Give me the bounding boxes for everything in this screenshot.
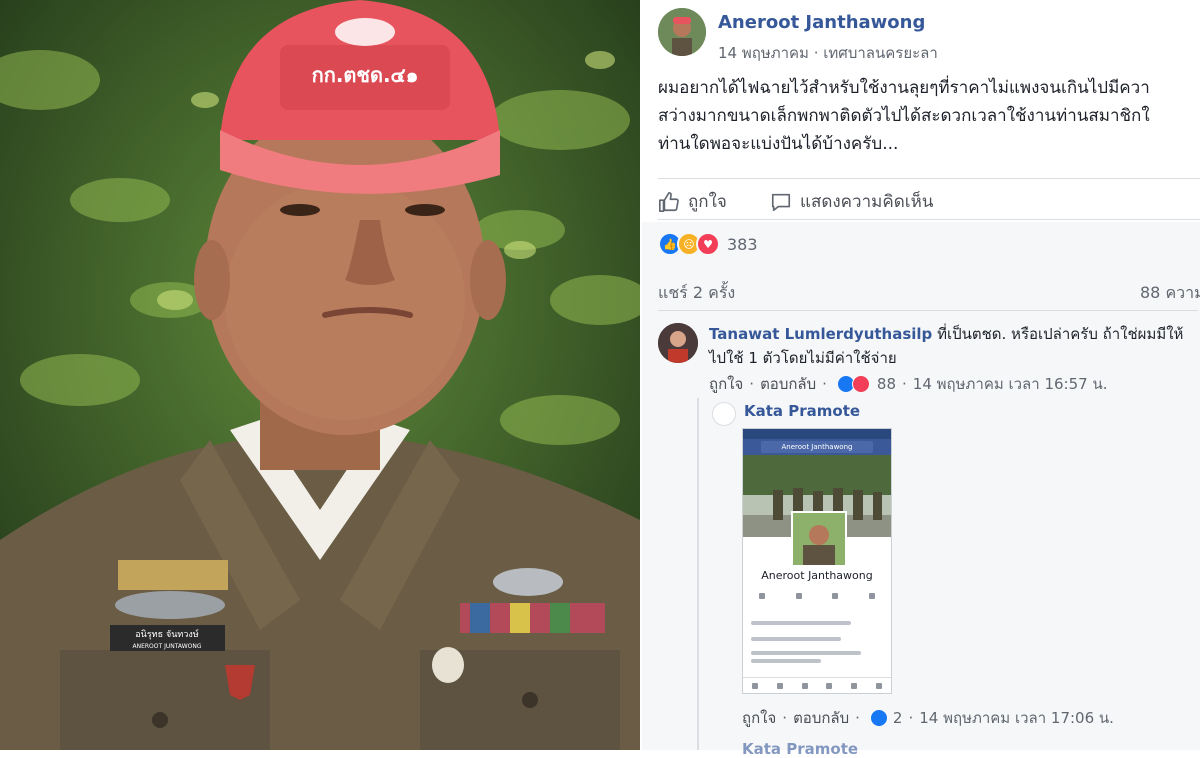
comments-count[interactable]: 88 ความ	[1140, 281, 1200, 306]
phone-text-row	[751, 659, 821, 663]
post-location[interactable]: เทศบาลนครยะลา	[823, 44, 937, 62]
phone-tab-icon	[776, 683, 783, 689]
separator: ·	[908, 709, 914, 727]
phone-text-row	[751, 621, 851, 625]
phone-tab-icon	[801, 683, 808, 689]
phone-profile-name: Aneroot Janthawong	[761, 569, 873, 582]
phone-search-field: Aneroot Janthawong	[761, 441, 873, 453]
post-text-line: สว่างมากขนาดเล็กพกพาติดตัวไปได้สะดวกเวลา…	[658, 106, 1150, 126]
next-comment-author[interactable]: Kata Pramote	[742, 740, 858, 758]
officer-photo: กก.ตชด.๔๑ อนิรุทธ จันทวงษ์ ANEROOT JUNTA…	[0, 0, 640, 750]
post-text-line: ผมอยากได้ไฟฉายไว้สำหรับใช้งานลุยๆที่ราคา…	[658, 78, 1150, 98]
phone-action-icon	[861, 593, 883, 602]
comment-reactions[interactable]	[836, 375, 870, 393]
commenter-avatar[interactable]	[658, 323, 698, 363]
comment-reaction-count: 88	[876, 375, 897, 393]
meta-separator: ·	[813, 44, 819, 62]
angry-reaction-icon	[851, 375, 870, 393]
phone-text-row	[751, 651, 861, 655]
name-tag-english: ANEROOT JUNTAWONG	[133, 643, 202, 650]
post-header: Aneroot Janthawong 14 พฤษภาคม · เทศบาลนค…	[658, 8, 1198, 64]
attached-screenshot[interactable]: Aneroot Janthawong Aneroot Janthawong	[742, 428, 892, 694]
separator: ·	[782, 709, 788, 727]
love-reaction-icon: ♥	[696, 232, 720, 256]
facebook-post-panel: Aneroot Janthawong 14 พฤษภาคม · เทศบาลนค…	[642, 0, 1200, 750]
post-meta: 14 พฤษภาคม · เทศบาลนครยะลา	[718, 41, 938, 65]
reply-thread-line	[697, 398, 699, 750]
like-reaction-icon	[869, 709, 888, 727]
phone-status-bar	[743, 429, 891, 439]
post-text-line: ท่านใดพอจะแบ่งปันได้บ้างครับ...	[658, 134, 899, 154]
comment-body: Tanawat Lumlerdyuthasilp ที่เป็นตชด. หรื…	[709, 322, 1200, 370]
phone-tab-icon	[826, 683, 833, 689]
post-reactions[interactable]: 👍 ☹ ♥ 383	[658, 232, 758, 256]
reply-author-name[interactable]: Kata Pramote	[744, 402, 860, 420]
phone-text-row	[751, 637, 841, 641]
author-avatar[interactable]	[658, 8, 706, 56]
reply-avatar[interactable]	[712, 402, 736, 426]
like-button[interactable]: ถูกใจ	[658, 188, 727, 215]
phone-tab-icon	[850, 683, 857, 689]
comment-actions: ถูกใจ · ตอบกลับ · 88 · 14 พฤษภาคม เวลา 1…	[709, 372, 1107, 396]
thumbs-up-icon	[659, 191, 679, 212]
phone-action-icon	[751, 593, 773, 602]
reaction-count: 383	[727, 234, 758, 254]
post-actions-bar: ถูกใจ แสดงความคิดเห็น	[658, 178, 1200, 220]
phone-action-icon	[788, 593, 810, 602]
cap-text: กก.ตชด.๔๑	[312, 63, 419, 87]
comment-like-link[interactable]: ถูกใจ	[709, 372, 743, 396]
comment-bubble-icon	[771, 193, 791, 211]
name-tag-thai: อนิรุทธ จันทวงษ์	[135, 628, 199, 640]
reply-actions: ถูกใจ · ตอบกลับ · 2 · 14 พฤษภาคม เวลา 17…	[742, 706, 1114, 730]
reply-reactions[interactable]	[869, 709, 888, 727]
separator: ·	[855, 709, 860, 727]
reply-time[interactable]: 14 พฤษภาคม เวลา 17:06 น.	[919, 706, 1114, 730]
comment-button[interactable]: แสดงความคิดเห็น	[770, 188, 933, 215]
comment-label: แสดงความคิดเห็น	[800, 192, 934, 212]
post-date[interactable]: 14 พฤษภาคม	[718, 44, 809, 62]
post-body: ผมอยากได้ไฟฉายไว้สำหรับใช้งานลุยๆที่ราคา…	[658, 74, 1200, 158]
author-name[interactable]: Aneroot Janthawong	[718, 12, 925, 33]
phone-tab-bar	[743, 677, 891, 693]
comment-time[interactable]: 14 พฤษภาคม เวลา 16:57 น.	[913, 372, 1108, 396]
phone-profile-actions	[751, 593, 883, 602]
reply-reaction-count: 2	[892, 709, 903, 727]
phone-action-icon	[824, 593, 846, 602]
phone-tab-icon	[752, 683, 759, 689]
separator: ·	[902, 375, 907, 393]
phone-profile-picture	[791, 511, 847, 567]
phone-tab-icon	[875, 683, 882, 689]
comment-text-line2: ไปใช้ 1 ตัวโดยไม่มีค่าใช้จ่าย	[709, 349, 897, 367]
shares-count[interactable]: แชร์ 2 ครั้ง	[658, 281, 735, 306]
like-label: ถูกใจ	[688, 192, 727, 212]
officer-photo-illustration: กก.ตชด.๔๑ อนิรุทธ จันทวงษ์ ANEROOT JUNTA…	[0, 0, 640, 750]
divider	[658, 310, 1198, 311]
separator: ·	[749, 375, 755, 393]
comment-text: ที่เป็นตชด. หรือเปล่าครับ ถ้าใช่ผมมีให้	[932, 325, 1184, 343]
comment-reply-link[interactable]: ตอบกลับ	[760, 372, 816, 396]
commenter-name[interactable]: Tanawat Lumlerdyuthasilp	[709, 325, 932, 343]
reply-reply-link[interactable]: ตอบกลับ	[793, 706, 849, 730]
separator: ·	[822, 375, 827, 393]
reply-like-link[interactable]: ถูกใจ	[742, 706, 776, 730]
